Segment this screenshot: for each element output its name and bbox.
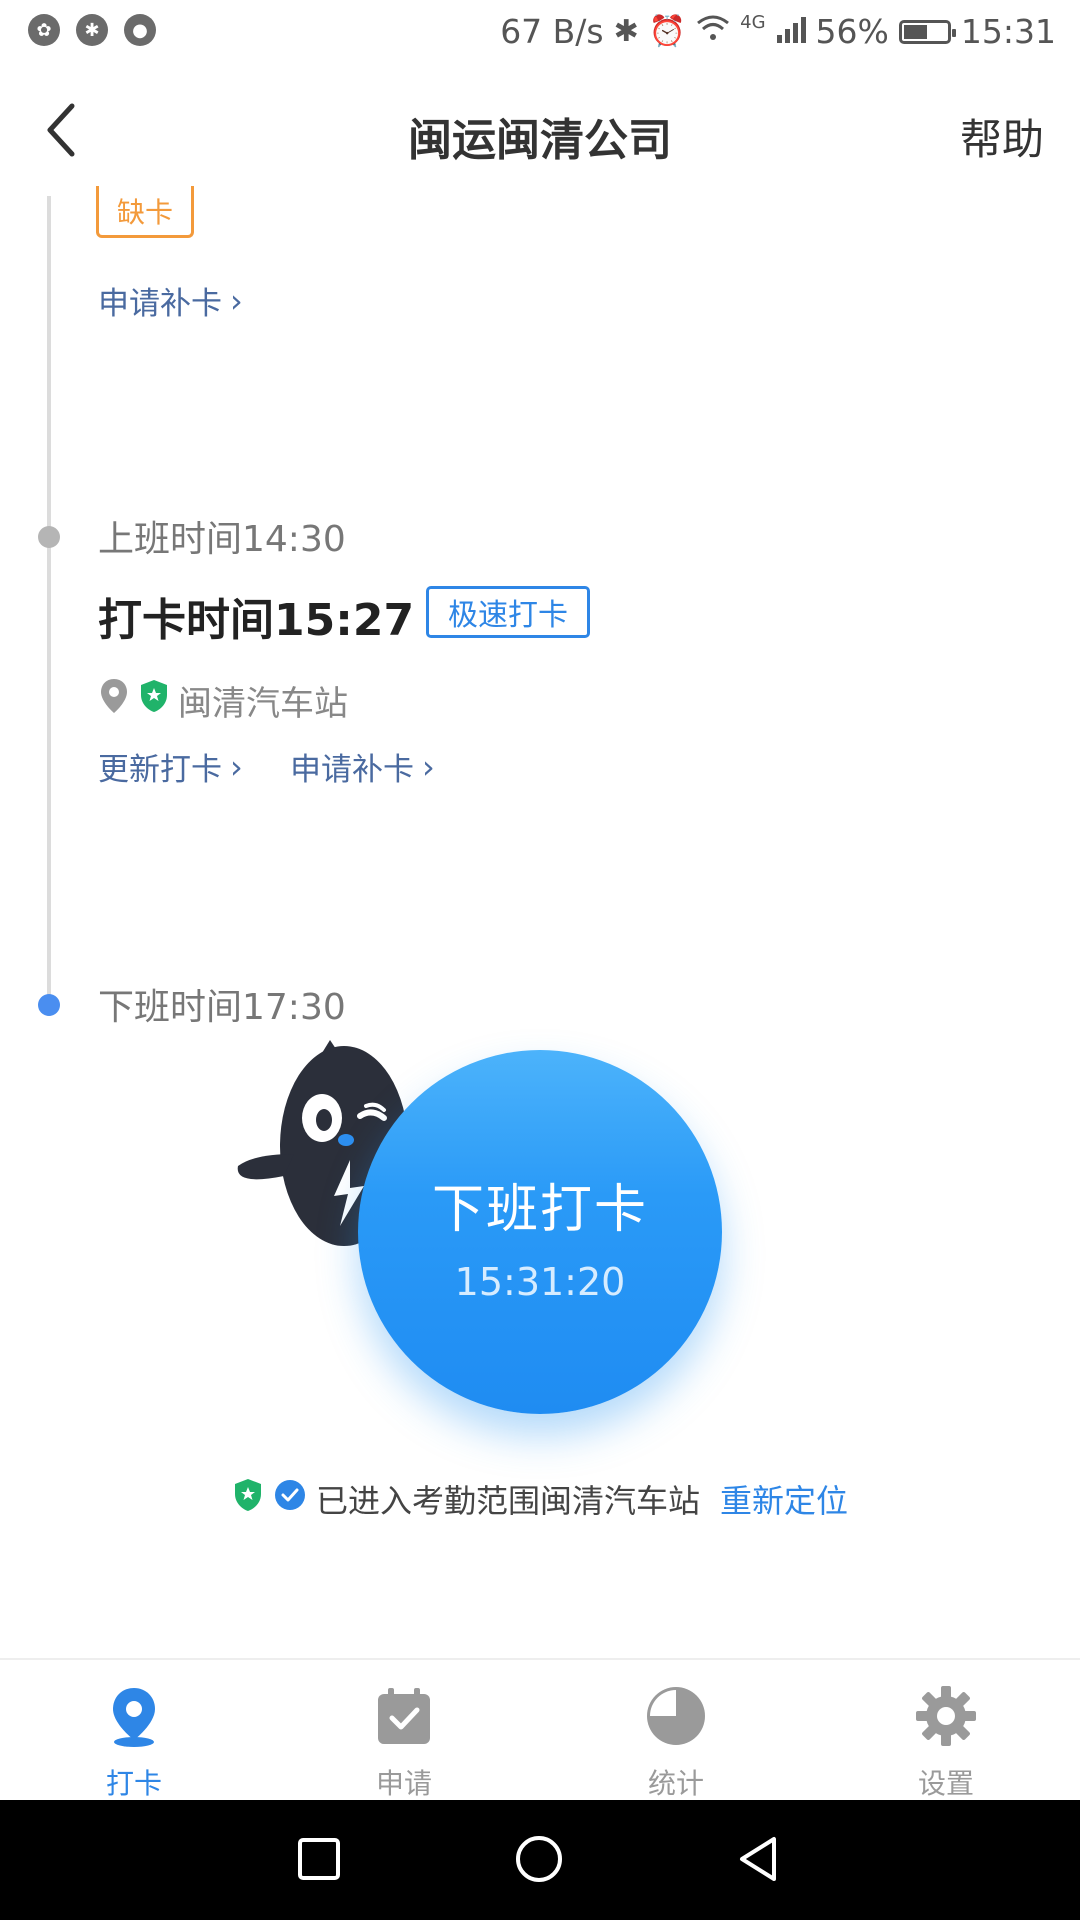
signal-icon	[776, 12, 806, 51]
tab-label: 统计	[647, 1767, 704, 1800]
wechat-icon: ●	[124, 14, 156, 46]
off-duty-time: 下班时间17:30	[98, 987, 346, 1028]
missing-tag: 缺卡	[96, 186, 194, 238]
timeline-dot-on	[38, 526, 60, 548]
clock-out-button[interactable]: 下班打卡 15:31:20	[358, 1050, 722, 1414]
location-pin-icon	[102, 1684, 166, 1748]
system-status: 67 B/s ✱ ⏰ 4G 56% 15:31	[500, 12, 1056, 51]
recents-button[interactable]	[294, 1834, 344, 1884]
relocate-link[interactable]: 重新定位	[720, 1476, 848, 1522]
bluetooth-icon: ✱	[613, 14, 639, 49]
home-button[interactable]	[514, 1834, 564, 1884]
fast-punch-tag: 极速打卡	[426, 586, 590, 638]
apply-makeup-link-2[interactable]: 申请补卡 ›	[290, 744, 435, 789]
battery-percent: 56%	[815, 12, 889, 51]
triangle-back-icon	[740, 1837, 776, 1881]
tab-settings[interactable]: 设置	[876, 1684, 1016, 1802]
pie-chart-icon	[644, 1684, 708, 1748]
network-type: 4G	[740, 12, 766, 33]
wifi-icon	[696, 12, 730, 51]
apply-makeup-label: 申请补卡	[98, 286, 222, 322]
timeline-line	[47, 196, 51, 1016]
apply-makeup-label: 申请补卡	[290, 752, 414, 788]
tab-label: 打卡	[105, 1767, 162, 1800]
square-icon	[298, 1838, 340, 1880]
location-name: 闽清汽车站	[178, 684, 348, 724]
shield-icon	[138, 678, 170, 723]
punch-time: 打卡时间15:27	[98, 595, 415, 646]
tab-label: 设置	[917, 1767, 974, 1800]
battery-icon	[898, 19, 956, 44]
help-button[interactable]: 帮助	[960, 106, 1044, 167]
location-row: 闽清汽车站	[98, 676, 348, 725]
chevron-right-icon: ›	[422, 747, 435, 786]
chevron-right-icon: ›	[230, 747, 243, 786]
app-header: 闽运闽清公司 帮助	[0, 66, 1080, 196]
location-pin-icon	[98, 677, 130, 724]
check-circle-icon	[274, 1479, 306, 1519]
circle-icon	[516, 1836, 562, 1882]
status-bar: ✿ ✱ ● 67 B/s ✱ ⏰ 4G 56% 15:31	[0, 0, 1080, 66]
alarm-icon: ⏰	[648, 14, 687, 49]
tab-stats[interactable]: 统计	[606, 1684, 746, 1802]
chevron-right-icon: ›	[230, 281, 243, 320]
system-nav-bar	[0, 1800, 1080, 1920]
timeline-dot-off	[38, 994, 60, 1016]
tab-punch[interactable]: 打卡	[64, 1684, 204, 1802]
network-speed: 67 B/s	[500, 12, 604, 51]
page-title: 闽运闽清公司	[408, 115, 672, 166]
bottom-tab-bar: 打卡 申请 统计 设置	[0, 1658, 1080, 1802]
update-punch-label: 更新打卡	[98, 752, 222, 788]
tab-apply[interactable]: 申请	[334, 1684, 474, 1802]
app-notification-icon: ✱	[76, 14, 108, 46]
shield-icon	[232, 1477, 264, 1521]
tab-label: 申请	[375, 1767, 432, 1800]
on-duty-time: 上班时间14:30	[98, 519, 346, 560]
notification-icons: ✿ ✱ ●	[28, 14, 156, 46]
gear-icon	[914, 1684, 978, 1748]
range-text: 已进入考勤范围闽清汽车站	[316, 1482, 701, 1520]
clock-out-label: 下班打卡	[431, 1179, 648, 1240]
weibo-icon: ✿	[28, 14, 60, 46]
update-punch-link[interactable]: 更新打卡 ›	[98, 744, 243, 789]
current-time: 15:31:20	[454, 1259, 626, 1304]
apply-makeup-link[interactable]: 申请补卡 ›	[98, 278, 243, 323]
back-nav-button[interactable]	[734, 1834, 784, 1884]
clock: 15:31	[960, 12, 1056, 51]
attendance-range-info: 已进入考勤范围闽清汽车站 重新定位	[232, 1476, 848, 1522]
calendar-check-icon	[372, 1684, 436, 1748]
